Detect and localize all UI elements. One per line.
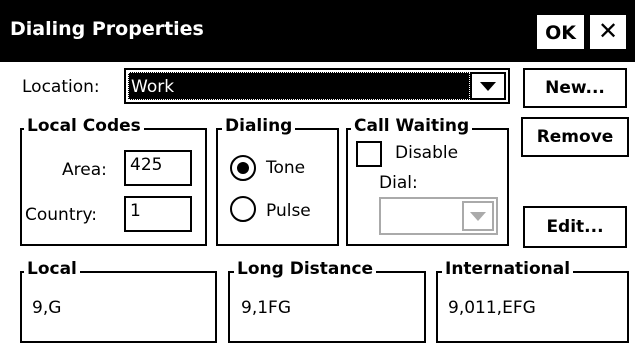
pulse-label[interactable]: Pulse	[266, 201, 311, 221]
long-distance-dial-pattern: 9,1FG	[241, 298, 291, 318]
area-label: Area:	[62, 160, 107, 180]
ok-button[interactable]: OK	[537, 15, 584, 49]
location-selected-value: Work	[128, 72, 470, 100]
window-title: Dialing Properties	[10, 18, 204, 40]
location-dropdown-arrow[interactable]	[470, 72, 506, 100]
call-waiting-title: Call Waiting	[351, 116, 473, 136]
international-title: International	[442, 259, 574, 279]
disable-label[interactable]: Disable	[395, 143, 458, 163]
country-label: Country:	[25, 205, 98, 225]
tone-label[interactable]: Tone	[266, 158, 305, 178]
tone-radio[interactable]	[230, 155, 256, 181]
dial-dropdown-arrow[interactable]	[462, 201, 494, 231]
area-code-field[interactable]: 425	[124, 150, 192, 186]
local-codes-title: Local Codes	[24, 116, 144, 136]
location-dropdown[interactable]: Work	[124, 68, 510, 104]
country-code-field[interactable]: 1	[124, 196, 192, 232]
close-button[interactable]: ✕	[590, 15, 626, 49]
location-label: Location:	[22, 77, 100, 97]
chevron-down-icon	[470, 212, 486, 221]
dial-dropdown[interactable]	[379, 197, 498, 235]
new-button[interactable]: New...	[523, 68, 627, 108]
dialing-group	[216, 128, 339, 246]
international-dial-pattern: 9,011,EFG	[448, 298, 536, 318]
edit-button[interactable]: Edit...	[523, 206, 627, 248]
local-title: Local	[24, 259, 80, 279]
close-icon: ✕	[597, 17, 619, 45]
local-dial-pattern: 9,G	[32, 298, 62, 318]
pulse-radio[interactable]	[230, 196, 256, 222]
chevron-down-icon	[480, 82, 496, 91]
dialing-title: Dialing	[222, 116, 296, 136]
dial-label: Dial:	[379, 173, 418, 193]
long-distance-title: Long Distance	[234, 259, 377, 279]
disable-checkbox[interactable]	[356, 141, 382, 167]
remove-button[interactable]: Remove	[521, 117, 629, 157]
